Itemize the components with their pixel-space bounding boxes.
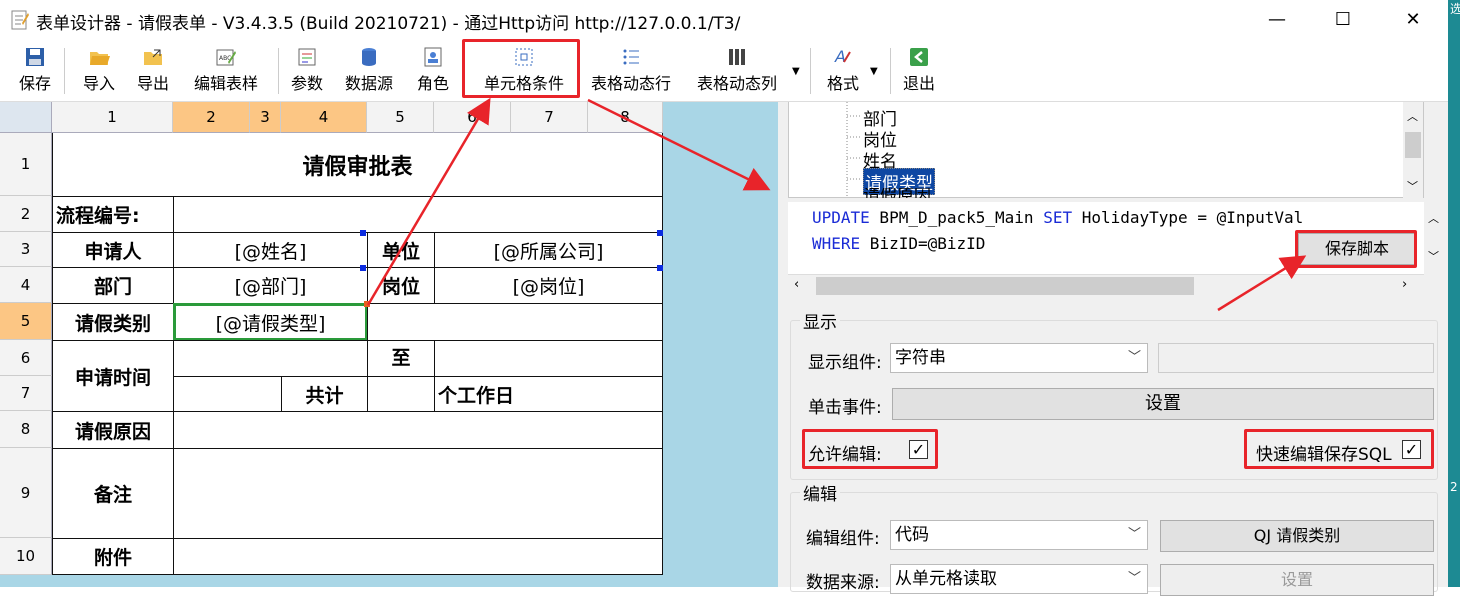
annotation-arrows	[366, 97, 1307, 312]
